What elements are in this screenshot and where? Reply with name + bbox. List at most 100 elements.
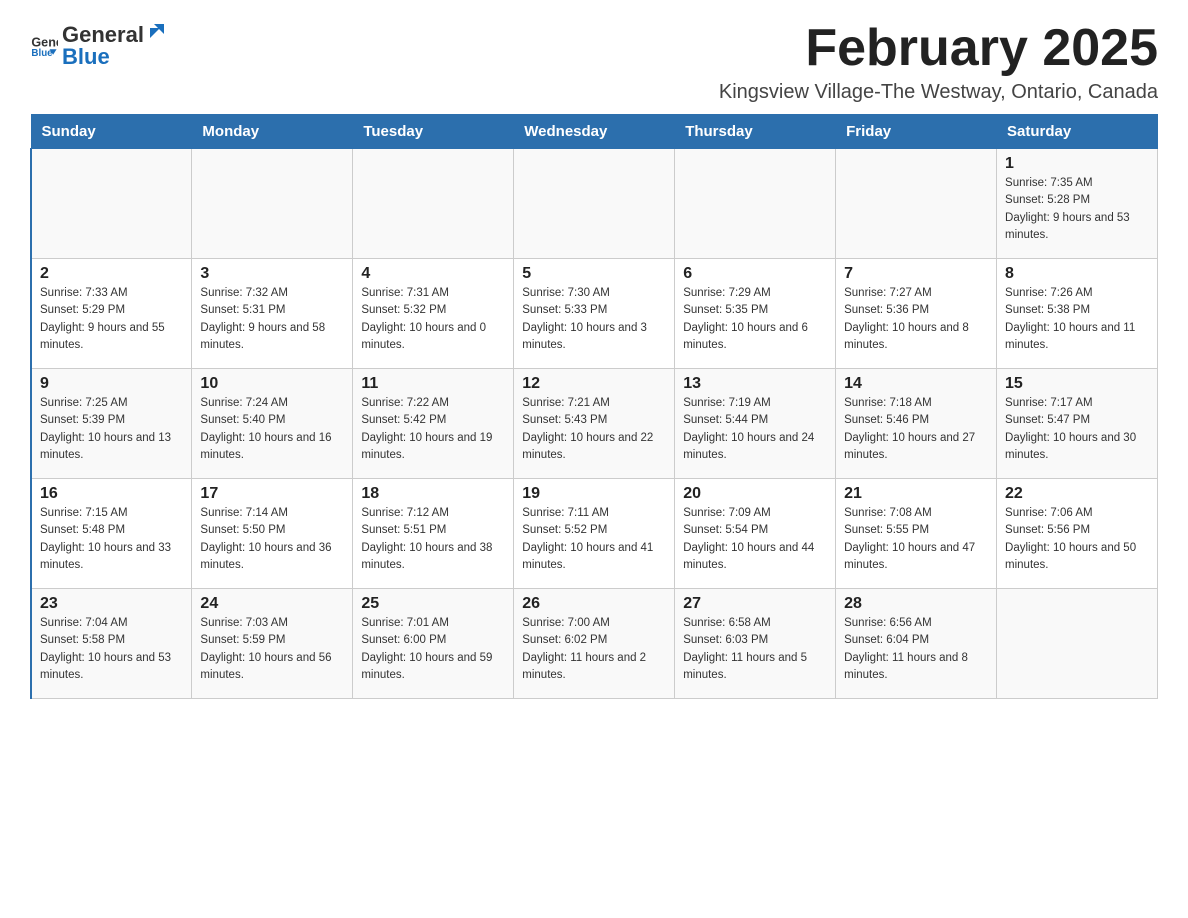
day-info: Sunrise: 7:15 AMSunset: 5:48 PMDaylight:… [40,505,183,574]
day-info: Sunrise: 7:00 AMSunset: 6:02 PMDaylight:… [522,615,666,684]
calendar-cell: 5 Sunrise: 7:30 AMSunset: 5:33 PMDaylight… [514,259,675,369]
day-info: Sunrise: 7:21 AMSunset: 5:43 PMDaylight:… [522,395,666,464]
calendar-cell: 16 Sunrise: 7:15 AMSunset: 5:48 PMDayligh… [31,479,192,589]
day-info: Sunrise: 7:17 AMSunset: 5:47 PMDaylight:… [1005,395,1149,464]
day-info: Sunrise: 7:26 AMSunset: 5:38 PMDaylight:… [1005,285,1149,354]
day-info: Sunrise: 7:29 AMSunset: 5:35 PMDaylight:… [683,285,827,354]
logo-arrow-icon [146,20,168,42]
calendar-cell: 22 Sunrise: 7:06 AMSunset: 5:56 PMDayligh… [997,479,1158,589]
calendar-cell: 11 Sunrise: 7:22 AMSunset: 5:42 PMDayligh… [353,369,514,479]
calendar-week-4: 16 Sunrise: 7:15 AMSunset: 5:48 PMDayligh… [31,479,1158,589]
day-info: Sunrise: 7:12 AMSunset: 5:51 PMDaylight:… [361,505,505,574]
day-number: 4 [361,265,505,283]
day-number: 9 [40,375,183,393]
col-monday: Monday [192,115,353,149]
calendar-cell: 23 Sunrise: 7:04 AMSunset: 5:58 PMDayligh… [31,589,192,699]
calendar-cell: 25 Sunrise: 7:01 AMSunset: 6:00 PMDayligh… [353,589,514,699]
day-number: 18 [361,485,505,503]
calendar-cell: 3 Sunrise: 7:32 AMSunset: 5:31 PMDaylight… [192,259,353,369]
calendar-cell: 9Sunrise: 7:25 AMSunset: 5:39 PMDaylight… [31,369,192,479]
calendar-cell: 28Sunrise: 6:56 AMSunset: 6:04 PMDayligh… [836,589,997,699]
day-info: Sunrise: 7:06 AMSunset: 5:56 PMDaylight:… [1005,505,1149,574]
day-number: 25 [361,595,505,613]
day-number: 13 [683,375,827,393]
day-number: 11 [361,375,505,393]
day-number: 1 [1005,155,1149,173]
calendar-cell: 7Sunrise: 7:27 AMSunset: 5:36 PMDaylight… [836,259,997,369]
month-title: February 2025 [719,20,1158,77]
day-info: Sunrise: 7:30 AMSunset: 5:33 PMDaylight:… [522,285,666,354]
day-number: 28 [844,595,988,613]
day-info: Sunrise: 7:32 AMSunset: 5:31 PMDaylight:… [200,285,344,354]
day-number: 26 [522,595,666,613]
day-info: Sunrise: 7:24 AMSunset: 5:40 PMDaylight:… [200,395,344,464]
calendar-cell: 19Sunrise: 7:11 AMSunset: 5:52 PMDayligh… [514,479,675,589]
calendar-cell: 20 Sunrise: 7:09 AMSunset: 5:54 PMDayligh… [675,479,836,589]
day-number: 8 [1005,265,1149,283]
logo-text-blue: Blue [62,44,110,69]
day-info: Sunrise: 7:22 AMSunset: 5:42 PMDaylight:… [361,395,505,464]
day-info: Sunrise: 7:35 AMSunset: 5:28 PMDaylight:… [1005,175,1149,244]
header-row: Sunday Monday Tuesday Wednesday Thursday… [31,115,1158,149]
day-number: 17 [200,485,344,503]
day-number: 14 [844,375,988,393]
calendar-cell [997,589,1158,699]
col-tuesday: Tuesday [353,115,514,149]
calendar-cell [675,149,836,259]
day-number: 12 [522,375,666,393]
col-sunday: Sunday [31,115,192,149]
calendar-week-5: 23 Sunrise: 7:04 AMSunset: 5:58 PMDayligh… [31,589,1158,699]
day-info: Sunrise: 7:09 AMSunset: 5:54 PMDaylight:… [683,505,827,574]
day-info: Sunrise: 7:04 AMSunset: 5:58 PMDaylight:… [40,615,183,684]
day-info: Sunrise: 7:01 AMSunset: 6:00 PMDaylight:… [361,615,505,684]
calendar-week-2: 2Sunrise: 7:33 AMSunset: 5:29 PMDaylight… [31,259,1158,369]
calendar-cell: 8 Sunrise: 7:26 AMSunset: 5:38 PMDaylight… [997,259,1158,369]
calendar-table: Sunday Monday Tuesday Wednesday Thursday… [30,114,1158,699]
day-number: 19 [522,485,666,503]
col-thursday: Thursday [675,115,836,149]
calendar-cell: 18 Sunrise: 7:12 AMSunset: 5:51 PMDayligh… [353,479,514,589]
page-header: General Blue General Blue February 2025 … [30,20,1158,104]
col-saturday: Saturday [997,115,1158,149]
calendar-cell: 17 Sunrise: 7:14 AMSunset: 5:50 PMDayligh… [192,479,353,589]
calendar-cell [514,149,675,259]
calendar-week-1: 1 Sunrise: 7:35 AMSunset: 5:28 PMDaylight… [31,149,1158,259]
day-number: 3 [200,265,344,283]
calendar-cell [192,149,353,259]
day-info: Sunrise: 7:08 AMSunset: 5:55 PMDaylight:… [844,505,988,574]
calendar-cell [31,149,192,259]
day-number: 24 [200,595,344,613]
calendar-cell: 6 Sunrise: 7:29 AMSunset: 5:35 PMDaylight… [675,259,836,369]
calendar-cell [353,149,514,259]
title-block: February 2025 Kingsview Village-The West… [719,20,1158,104]
day-number: 22 [1005,485,1149,503]
day-number: 21 [844,485,988,503]
calendar-cell: 12 Sunrise: 7:21 AMSunset: 5:43 PMDayligh… [514,369,675,479]
logo: General Blue General Blue [30,20,168,70]
col-friday: Friday [836,115,997,149]
day-number: 5 [522,265,666,283]
day-info: Sunrise: 7:03 AMSunset: 5:59 PMDaylight:… [200,615,344,684]
day-info: Sunrise: 6:58 AMSunset: 6:03 PMDaylight:… [683,615,827,684]
day-number: 20 [683,485,827,503]
day-info: Sunrise: 7:14 AMSunset: 5:50 PMDaylight:… [200,505,344,574]
day-number: 2 [40,265,183,283]
day-info: Sunrise: 7:19 AMSunset: 5:44 PMDaylight:… [683,395,827,464]
calendar-cell: 2Sunrise: 7:33 AMSunset: 5:29 PMDaylight… [31,259,192,369]
calendar-cell: 21 Sunrise: 7:08 AMSunset: 5:55 PMDayligh… [836,479,997,589]
day-number: 16 [40,485,183,503]
day-number: 23 [40,595,183,613]
calendar-week-3: 9Sunrise: 7:25 AMSunset: 5:39 PMDaylight… [31,369,1158,479]
calendar-cell: 15 Sunrise: 7:17 AMSunset: 5:47 PMDayligh… [997,369,1158,479]
calendar-cell: 24 Sunrise: 7:03 AMSunset: 5:59 PMDayligh… [192,589,353,699]
calendar-cell: 26 Sunrise: 7:00 AMSunset: 6:02 PMDayligh… [514,589,675,699]
calendar-cell: 14Sunrise: 7:18 AMSunset: 5:46 PMDayligh… [836,369,997,479]
day-info: Sunrise: 7:31 AMSunset: 5:32 PMDaylight:… [361,285,505,354]
svg-text:General: General [31,35,58,49]
day-number: 27 [683,595,827,613]
location-title: Kingsview Village-The Westway, Ontario, … [719,81,1158,104]
calendar-cell [836,149,997,259]
day-number: 15 [1005,375,1149,393]
calendar-cell: 10Sunrise: 7:24 AMSunset: 5:40 PMDayligh… [192,369,353,479]
day-number: 6 [683,265,827,283]
